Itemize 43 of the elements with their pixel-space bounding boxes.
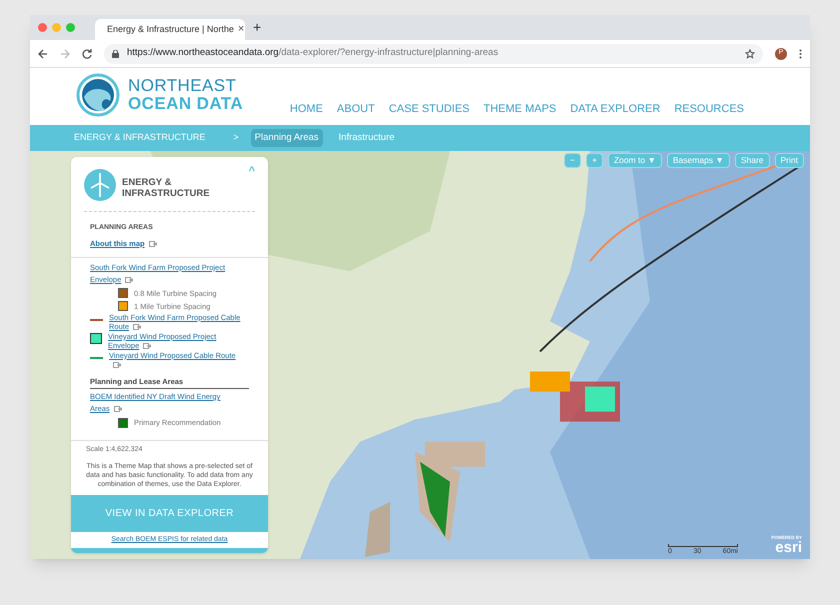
wave-logo-icon bbox=[76, 72, 120, 116]
map-control-button[interactable]: − bbox=[564, 153, 581, 168]
menu-icon[interactable] bbox=[799, 48, 802, 58]
nav-link[interactable]: CASE STUDIES bbox=[388, 100, 470, 117]
nav-link[interactable]: ABOUT bbox=[336, 100, 375, 117]
external-link-icon bbox=[113, 362, 121, 368]
subsection-tab[interactable]: Infrastructure bbox=[334, 128, 399, 148]
esri-logo-text: esri bbox=[775, 540, 802, 555]
reload-icon[interactable] bbox=[82, 48, 92, 58]
external-link-icon bbox=[133, 324, 142, 330]
panel-subtitle: INFRASTRUCTURE bbox=[122, 188, 210, 199]
url-text: https://www.northeastoceandata.org/data-explorer/?energy-infrastructure|planning-areas bbox=[127, 46, 498, 60]
subsection-tab[interactable]: Planning Areas bbox=[250, 128, 323, 148]
wind-turbine-icon bbox=[84, 169, 116, 201]
external-link-icon bbox=[114, 406, 122, 412]
nav-link[interactable]: RESOURCES bbox=[674, 100, 744, 117]
logo-title: NORTHEAST bbox=[128, 76, 238, 94]
external-link-icon bbox=[143, 343, 152, 350]
map-control-button[interactable]: + bbox=[586, 153, 603, 168]
breadcrumb-separator: > bbox=[233, 131, 239, 144]
view-in-data-explorer-button[interactable]: VIEW IN DATA EXPLORER bbox=[71, 494, 268, 532]
section-link[interactable]: ENERGY & INFRASTRUCTURE bbox=[74, 131, 206, 145]
map-control-button[interactable]: Share bbox=[734, 153, 770, 168]
nav-link[interactable]: DATA EXPLORER bbox=[570, 100, 660, 117]
scale-bar bbox=[668, 544, 738, 546]
nav-link[interactable]: THEME MAPS bbox=[484, 100, 556, 117]
close-tab-button[interactable]: × bbox=[238, 21, 244, 38]
lock-icon bbox=[112, 50, 119, 58]
map-control-button[interactable]: Print bbox=[774, 153, 804, 168]
map-control-button[interactable]: Zoom to ▼ bbox=[608, 153, 662, 168]
browser-tab[interactable]: Energy & Infrastructure | Northe × bbox=[95, 19, 245, 40]
new-tab-button[interactable]: + bbox=[253, 17, 262, 38]
star-icon[interactable] bbox=[745, 48, 755, 58]
tab-title: Energy & Infrastructure | Northe bbox=[107, 22, 234, 36]
address-field[interactable]: https://www.northeastoceandata.org/data-explorer/?energy-infrastructure|planning-areas bbox=[104, 44, 763, 64]
map-control-button[interactable]: Basemaps ▼ bbox=[666, 153, 730, 168]
collapse-button[interactable]: ^ bbox=[248, 163, 255, 180]
back-arrow-icon[interactable] bbox=[38, 48, 48, 58]
external-link-icon bbox=[148, 240, 157, 247]
nav-link[interactable]: HOME bbox=[290, 100, 323, 117]
panel-title: ENERGY & bbox=[122, 177, 172, 188]
logo-subtitle: OCEAN DATA bbox=[128, 94, 244, 112]
external-link-icon bbox=[125, 276, 134, 283]
